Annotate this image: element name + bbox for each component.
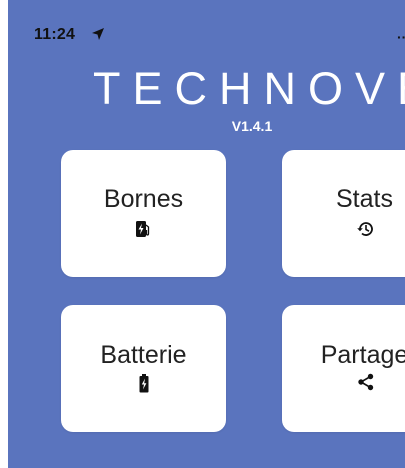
bornes-button[interactable]: Bornes bbox=[61, 150, 226, 277]
app-screen: 11:24 ·· TECHNOVE V1.4.1 Bornes Stats Ba… bbox=[8, 0, 405, 468]
status-time: 11:24 bbox=[34, 26, 76, 43]
battery-charging-icon bbox=[139, 374, 149, 393]
stats-label: Stats bbox=[336, 185, 393, 213]
app-title: TECHNOVE bbox=[93, 63, 405, 114]
signal-icon: ·· bbox=[397, 29, 405, 45]
history-icon bbox=[357, 222, 373, 236]
location-arrow-icon bbox=[92, 28, 104, 40]
app-version: V1.4.1 bbox=[231, 118, 273, 134]
batterie-label: Batterie bbox=[100, 341, 187, 369]
partage-button[interactable]: Partage bbox=[282, 305, 405, 432]
share-icon bbox=[358, 373, 374, 391]
charging-station-icon bbox=[136, 221, 150, 237]
partage-label: Partage bbox=[320, 341, 405, 369]
stats-button[interactable]: Stats bbox=[282, 150, 405, 277]
bornes-label: Bornes bbox=[103, 185, 184, 213]
batterie-button[interactable]: Batterie bbox=[61, 305, 226, 432]
